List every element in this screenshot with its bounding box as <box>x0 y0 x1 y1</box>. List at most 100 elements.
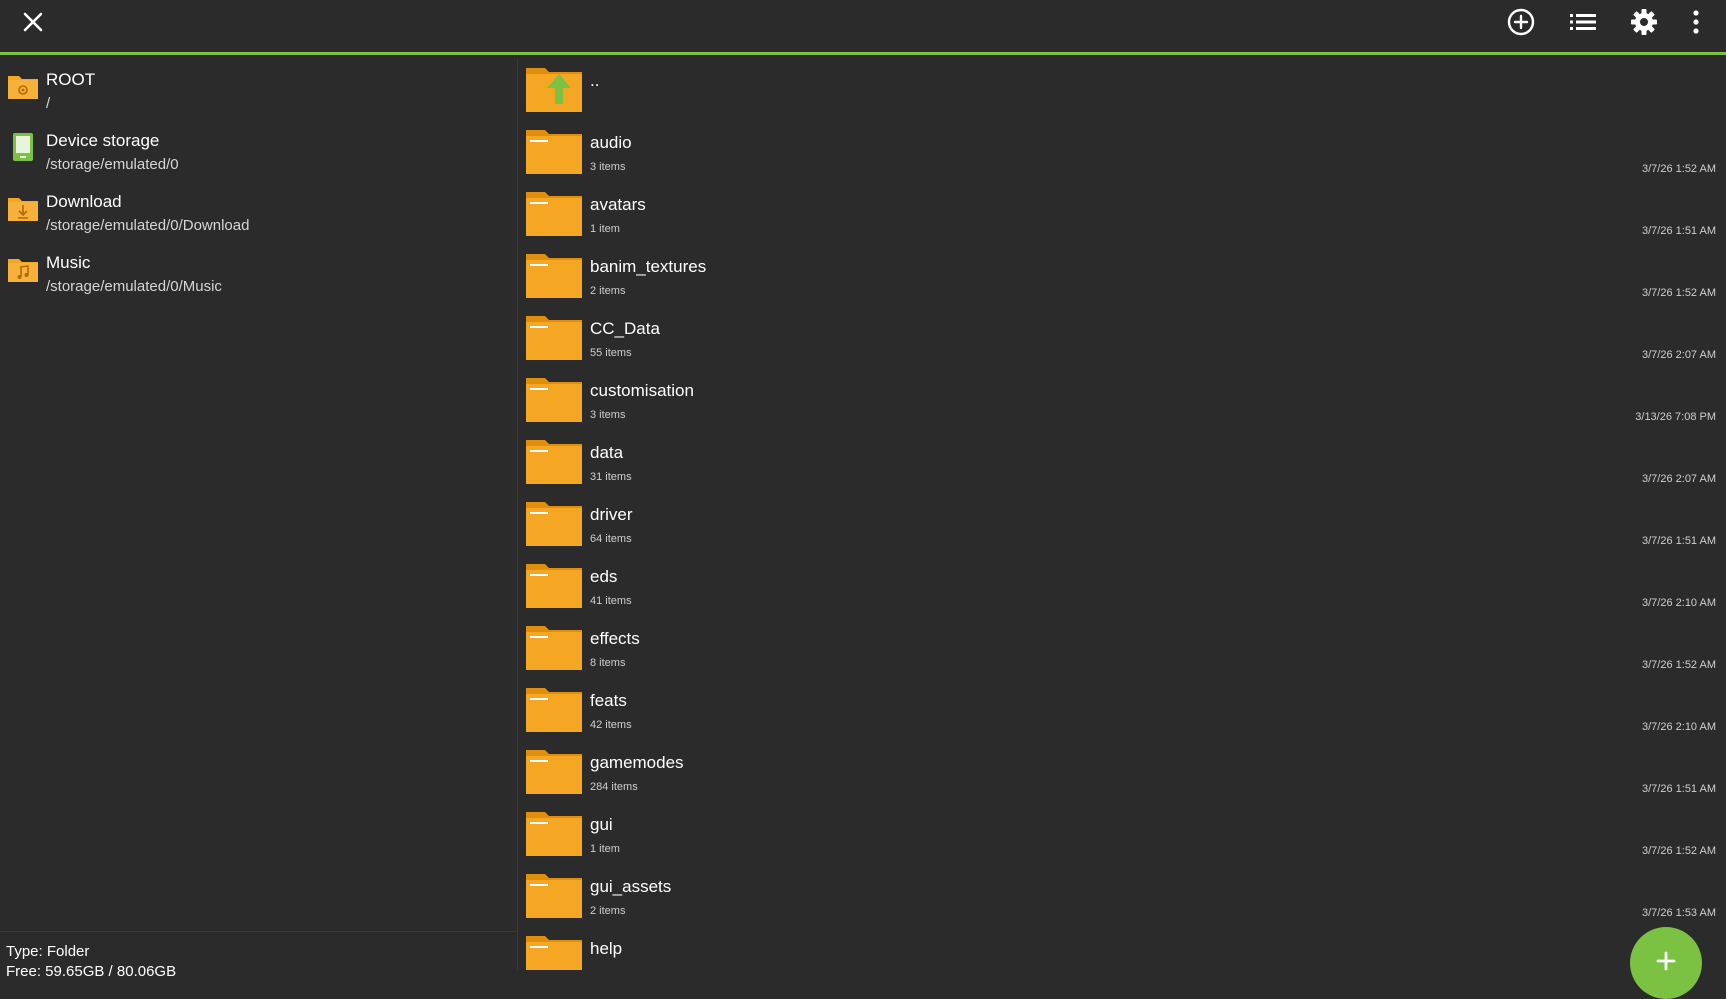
file-name: data <box>590 443 624 462</box>
file-item-count: 1 item <box>590 223 620 235</box>
file-modified-date: 3/7/26 1:51 AM <box>1642 225 1716 237</box>
folder-icon <box>526 130 582 174</box>
status-panel: Type: Folder Free: 59.65GB / 80.06GB <box>0 931 518 980</box>
file-row[interactable]: gui_assets 2 items 3/7/26 1:53 AM <box>519 864 1726 926</box>
settings-button[interactable] <box>1622 2 1666 42</box>
folder-icon <box>526 564 582 608</box>
folder-icon <box>526 874 582 918</box>
device-storage-icon <box>13 133 33 161</box>
file-item-count: 41 items <box>590 595 632 607</box>
music-folder-icon <box>8 259 38 282</box>
parent-folder-row[interactable]: .. <box>519 58 1726 120</box>
file-name: feats <box>590 691 627 710</box>
file-modified-date: 3/7/26 1:51 AM <box>1642 783 1716 795</box>
close-icon <box>23 12 43 32</box>
file-name: driver <box>590 505 633 524</box>
file-modified-date: 3/7/26 1:52 AM <box>1642 659 1716 671</box>
folder-icon <box>526 626 582 670</box>
status-free-space: Free: 59.65GB / 80.06GB <box>6 963 177 980</box>
file-row[interactable]: help <box>519 926 1726 970</box>
file-item-count: 3 items <box>590 409 626 421</box>
file-name: avatars <box>590 195 646 214</box>
bookmark-path: /storage/emulated/0 <box>46 156 179 173</box>
bookmark-download[interactable]: Download /storage/emulated/0/Download <box>0 180 518 241</box>
add-button[interactable] <box>1499 2 1543 42</box>
file-modified-date: 3/13/26 7:08 PM <box>1635 411 1716 423</box>
bookmark-path: /storage/emulated/0/Music <box>46 278 222 295</box>
file-row[interactable]: effects 8 items 3/7/26 1:52 AM <box>519 616 1726 678</box>
folder-up-icon <box>526 68 582 112</box>
folder-icon <box>526 316 582 360</box>
bookmark-music[interactable]: Music /storage/emulated/0/Music <box>0 241 518 302</box>
file-name: audio <box>590 133 632 152</box>
bookmark-name: Device storage <box>46 131 160 150</box>
list-view-icon <box>1570 14 1596 30</box>
file-item-count: 55 items <box>590 347 632 359</box>
file-row[interactable]: gui 1 item 3/7/26 1:52 AM <box>519 802 1726 864</box>
bookmark-path: / <box>46 95 51 112</box>
file-modified-date: 3/7/26 2:10 AM <box>1642 721 1716 733</box>
file-row[interactable]: eds 41 items 3/7/26 2:10 AM <box>519 554 1726 616</box>
bookmark-root[interactable]: ROOT / <box>0 58 518 119</box>
file-row[interactable]: audio 3 items 3/7/26 1:52 AM <box>519 120 1726 182</box>
file-item-count: 1 item <box>590 843 620 855</box>
list-view-button[interactable] <box>1561 2 1605 42</box>
toolbar <box>0 0 1726 55</box>
file-modified-date: 3/7/26 1:51 AM <box>1642 535 1716 547</box>
plus-icon <box>1656 951 1676 971</box>
plus-circle-icon <box>1507 8 1535 36</box>
file-name: help <box>590 939 623 958</box>
file-row[interactable]: gamemodes 284 items 3/7/26 1:51 AM <box>519 740 1726 802</box>
folder-icon <box>526 688 582 732</box>
file-list: .. audio 3 items 3/7/26 1:52 AM avatars 1 it… <box>519 58 1726 970</box>
file-name: effects <box>590 629 640 648</box>
bookmark-path: /storage/emulated/0/Download <box>46 217 250 234</box>
close-button[interactable] <box>11 2 55 42</box>
file-name: banim_textures <box>590 257 707 276</box>
folder-icon <box>526 378 582 422</box>
file-item-count: 2 items <box>590 905 626 917</box>
root-folder-icon <box>8 76 38 99</box>
file-modified-date: 3/7/26 2:10 AM <box>1642 597 1716 609</box>
folder-icon <box>526 812 582 856</box>
folder-icon <box>526 440 582 484</box>
file-name: gui_assets <box>590 877 672 896</box>
more-vertical-icon <box>1693 10 1699 34</box>
file-item-count: 64 items <box>590 533 632 545</box>
file-row[interactable]: driver 64 items 3/7/26 1:51 AM <box>519 492 1726 554</box>
gear-icon <box>1631 9 1657 35</box>
file-item-count: 2 items <box>590 285 626 297</box>
file-name: eds <box>590 567 618 586</box>
bookmark-name: ROOT <box>46 70 96 89</box>
folder-icon <box>526 936 582 970</box>
file-row[interactable]: feats 42 items 3/7/26 2:10 AM <box>519 678 1726 740</box>
file-item-count: 3 items <box>590 161 626 173</box>
bookmark-device-storage[interactable]: Device storage /storage/emulated/0 <box>0 119 518 180</box>
bookmark-name: Music <box>46 253 91 272</box>
file-item-count: 31 items <box>590 471 632 483</box>
file-modified-date: 3/7/26 1:52 AM <box>1642 163 1716 175</box>
file-modified-date: 3/7/26 2:07 AM <box>1642 349 1716 361</box>
add-fab-button[interactable] <box>1630 927 1702 999</box>
file-row[interactable]: CC_Data 55 items 3/7/26 2:07 AM <box>519 306 1726 368</box>
download-folder-icon <box>8 198 38 221</box>
more-options-button[interactable] <box>1676 2 1716 42</box>
folder-icon <box>526 254 582 298</box>
bookmarks-pane: ROOT / Device storage /storage/emulated/… <box>0 58 518 980</box>
file-modified-date: 3/7/26 1:52 AM <box>1642 845 1716 857</box>
file-item-count: 8 items <box>590 657 626 669</box>
file-row[interactable]: avatars 1 item 3/7/26 1:51 AM <box>519 182 1726 244</box>
file-name: customisation <box>590 381 694 400</box>
file-name: gamemodes <box>590 753 684 772</box>
file-item-count: 284 items <box>590 781 638 793</box>
bookmark-name: Download <box>46 192 122 211</box>
file-row[interactable]: banim_textures 2 items 3/7/26 1:52 AM <box>519 244 1726 306</box>
file-item-count: 42 items <box>590 719 632 731</box>
folder-icon <box>526 192 582 236</box>
folder-icon <box>526 502 582 546</box>
folder-icon <box>526 750 582 794</box>
file-modified-date: 3/7/26 1:52 AM <box>1642 287 1716 299</box>
file-row[interactable]: customisation 3 items 3/13/26 7:08 PM <box>519 368 1726 430</box>
file-modified-date: 3/7/26 1:53 AM <box>1642 907 1716 919</box>
file-row[interactable]: data 31 items 3/7/26 2:07 AM <box>519 430 1726 492</box>
